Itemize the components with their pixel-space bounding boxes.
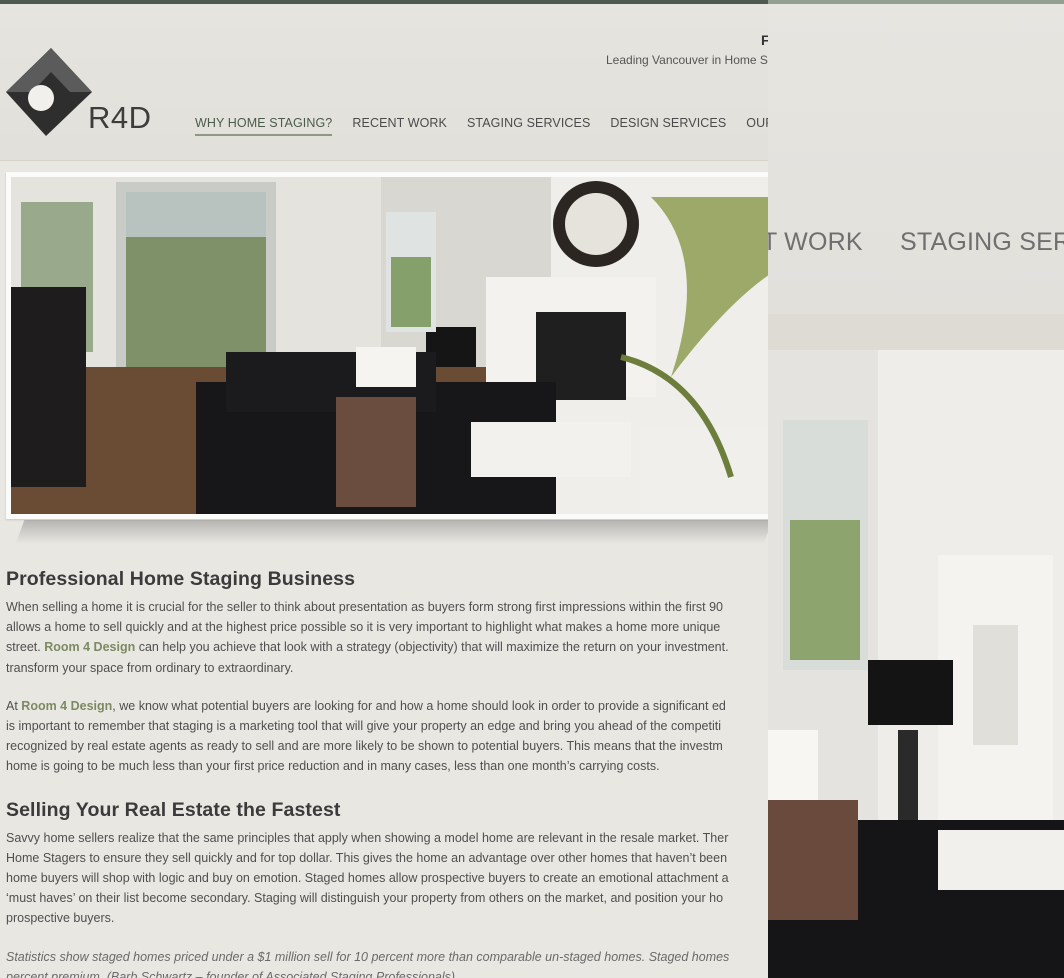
text-line: can help you achieve that look with a st…	[138, 640, 729, 655]
paragraph-statistics: Statistics show staged homes priced unde…	[6, 947, 768, 978]
text-line: Savvy home sellers realize that the same…	[6, 830, 729, 845]
site-logo[interactable]: R4D	[6, 48, 156, 138]
zoomed-nav-recent-work: T WORK	[768, 228, 863, 256]
text-line: home is going to be much less than your …	[6, 759, 660, 774]
main-content: Professional Home Staging Business When …	[6, 568, 768, 978]
paragraph-buyers: At Room 4 Design, we know what potential…	[6, 696, 768, 777]
zoomed-header: T WORK STAGING SERV	[768, 4, 1064, 314]
text-line: transform your space from ordinary to ex…	[6, 660, 294, 675]
nav-item-recent-work[interactable]: RECENT WORK	[352, 116, 447, 136]
webpage: R4D F Leading Vancouver in Home S WHY HO…	[0, 4, 768, 978]
heading-professional-home-staging: Professional Home Staging Business	[6, 568, 356, 590]
hero-living-room-image	[11, 177, 768, 514]
text-line: ‘must haves’ on their list become second…	[6, 891, 724, 906]
text-line: allows a home to sell quickly and at the…	[6, 620, 721, 635]
main-nav: WHY HOME STAGING? RECENT WORK STAGING SE…	[195, 116, 768, 136]
heading-selling-real-estate: Selling Your Real Estate the Fastest	[6, 798, 341, 821]
text-line: At	[6, 698, 18, 713]
brand-link[interactable]: Room 4 Design	[21, 699, 112, 713]
zoomed-hero-image	[768, 350, 1064, 978]
zoomed-divider	[768, 314, 1064, 350]
text-line: Statistics show staged homes priced unde…	[6, 949, 730, 964]
text-line: percent premium. (Barb Schwartz – founde…	[6, 969, 459, 978]
text-line: , we know what potential buyers are look…	[112, 698, 726, 713]
text-line: When selling a home it is crucial for th…	[6, 600, 723, 614]
text-line: Home Stagers to ensure they sell quickly…	[6, 850, 728, 865]
hero-image-frame	[6, 172, 768, 519]
nav-item-why-home-staging[interactable]: WHY HOME STAGING?	[195, 116, 333, 136]
zoomed-nav-staging-services: STAGING SERV	[900, 228, 1064, 256]
text-line: street.	[6, 640, 41, 655]
text-line: prospective buyers.	[6, 911, 115, 926]
zoomed-overlay-panel: T WORK STAGING SERV	[768, 4, 1064, 978]
hero-shadow	[15, 520, 768, 544]
nav-item-staging-services[interactable]: STAGING SERVICES	[467, 116, 590, 136]
tagline: Leading Vancouver in Home S	[606, 53, 768, 67]
text-line: recognized by real estate agents as read…	[6, 739, 723, 754]
text-line: is important to remember that staging is…	[6, 719, 721, 734]
text-line: home buyers will shop with logic and buy…	[6, 871, 729, 886]
logo-text: R4D	[88, 100, 152, 135]
phone-number: F	[761, 32, 768, 48]
nav-item-our-inspiration[interactable]: OUR INSPI	[746, 116, 768, 136]
paragraph-intro: When selling a home it is crucial for th…	[6, 597, 768, 678]
nav-item-design-services[interactable]: DESIGN SERVICES	[610, 116, 726, 136]
brand-link[interactable]: Room 4 Design	[44, 640, 135, 654]
site-header: R4D F Leading Vancouver in Home S WHY HO…	[0, 4, 768, 161]
paragraph-savvy-sellers: Savvy home sellers realize that the same…	[6, 828, 768, 929]
